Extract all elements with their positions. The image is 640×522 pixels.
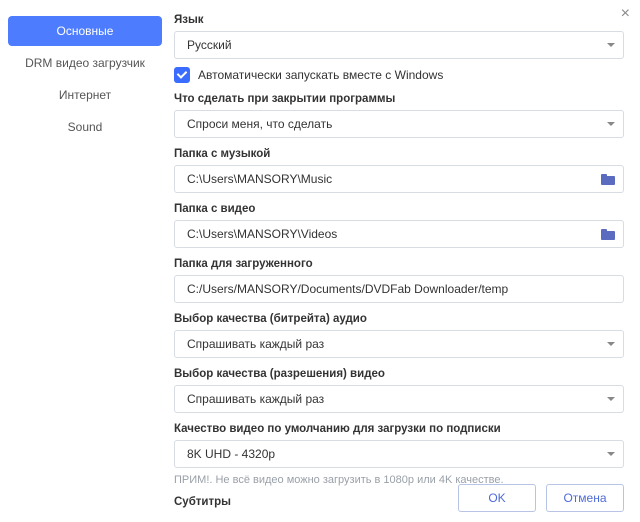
autostart-label: Автоматически запускать вместе с Windows [198, 68, 443, 82]
default-quality-label: Качество видео по умолчанию для загрузки… [174, 423, 624, 435]
sidebar-item-label: DRM видео загрузчик [25, 56, 145, 70]
audio-quality-select[interactable]: Спрашивать каждый раз [174, 330, 624, 358]
sidebar-item-label: Sound [68, 120, 103, 134]
cancel-button[interactable]: Отмена [546, 484, 624, 512]
cancel-button-label: Отмена [563, 491, 606, 505]
ok-button[interactable]: OK [458, 484, 536, 512]
video-folder-input[interactable]: C:\Users\MANSORY\Videos [174, 220, 624, 248]
onclose-value: Спроси меня, что сделать [187, 117, 601, 131]
chevron-down-icon [607, 122, 615, 126]
audio-quality-value: Спрашивать каждый раз [187, 337, 601, 351]
sidebar-item-general[interactable]: Основные [8, 16, 162, 46]
download-folder-label: Папка для загруженного [174, 258, 624, 270]
onclose-select[interactable]: Спроси меня, что сделать [174, 110, 624, 138]
video-folder-value: C:\Users\MANSORY\Videos [187, 227, 595, 241]
video-quality-select[interactable]: Спрашивать каждый раз [174, 385, 624, 413]
video-quality-label: Выбор качества (разрешения) видео [174, 368, 624, 380]
chevron-down-icon [607, 342, 615, 346]
video-folder-label: Папка с видео [174, 203, 624, 215]
sidebar-item-label: Основные [57, 24, 114, 38]
download-folder-input[interactable]: C:/Users/MANSORY/Documents/DVDFab Downlo… [174, 275, 624, 303]
folder-icon[interactable] [601, 174, 615, 185]
chevron-down-icon [607, 43, 615, 47]
sidebar-item-label: Интернет [59, 88, 111, 102]
folder-icon[interactable] [601, 229, 615, 240]
chevron-down-icon [607, 452, 615, 456]
language-value: Русский [187, 38, 601, 52]
download-folder-value: C:/Users/MANSORY/Documents/DVDFab Downlo… [187, 282, 615, 296]
music-folder-value: C:\Users\MANSORY\Music [187, 172, 595, 186]
default-quality-value: 8K UHD - 4320p [187, 447, 601, 461]
settings-container: Основные DRM видео загрузчик Интернет So… [0, 0, 640, 522]
default-quality-select[interactable]: 8K UHD - 4320p [174, 440, 624, 468]
music-folder-label: Папка с музыкой [174, 148, 624, 160]
sidebar-item-drm[interactable]: DRM видео загрузчик [8, 48, 162, 78]
language-label: Язык [174, 14, 624, 26]
onclose-label: Что сделать при закрытии программы [174, 93, 624, 105]
chevron-down-icon [607, 397, 615, 401]
autostart-checkbox[interactable] [174, 67, 190, 83]
ok-button-label: OK [488, 491, 505, 505]
audio-quality-label: Выбор качества (битрейта) аудио [174, 313, 624, 325]
language-select[interactable]: Русский [174, 31, 624, 59]
sidebar: Основные DRM видео загрузчик Интернет So… [0, 6, 170, 522]
main-panel: Язык Русский Автоматически запускать вме… [170, 6, 640, 522]
sidebar-item-sound[interactable]: Sound [8, 112, 162, 142]
sidebar-item-internet[interactable]: Интернет [8, 80, 162, 110]
autostart-row[interactable]: Автоматически запускать вместе с Windows [174, 67, 624, 83]
video-quality-value: Спрашивать каждый раз [187, 392, 601, 406]
music-folder-input[interactable]: C:\Users\MANSORY\Music [174, 165, 624, 193]
close-icon[interactable]: × [621, 6, 630, 22]
footer: OK Отмена [458, 484, 624, 512]
